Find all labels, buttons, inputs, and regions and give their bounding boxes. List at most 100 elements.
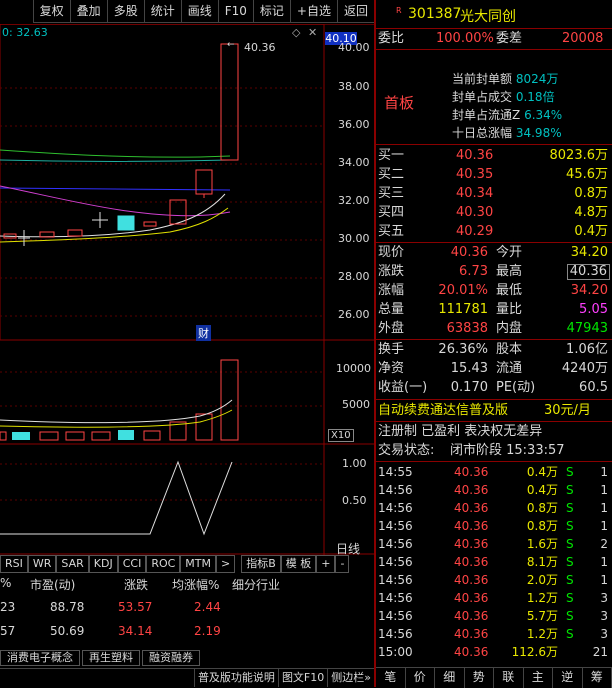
tick-price: 40.36 [454, 607, 488, 625]
bid-row[interactable]: 买五40.290.4万 [376, 223, 612, 241]
toolbar-button-7[interactable]: +自选 [290, 0, 337, 23]
quote-tabs: 笔价细势联主逆筹 [376, 667, 612, 688]
stat-label: 涨跌 [378, 263, 404, 281]
template-tab-1[interactable]: 模 板 [281, 555, 317, 573]
quote-tab-7[interactable]: 筹 [583, 668, 612, 688]
indicator-tab-3[interactable]: KDJ [89, 555, 118, 573]
tick-price: 40.36 [454, 553, 488, 571]
template-tab-3[interactable]: - [335, 555, 349, 573]
stat-value: 15.43 [451, 360, 488, 378]
registration-info: 注册制 已盈利 表决权无差异 [378, 423, 542, 441]
tick-volume: 5.7万 [527, 607, 558, 625]
stat-label: 净资 [378, 360, 404, 378]
trade-state-label: 交易状态: [378, 442, 434, 460]
board-info-label: 封单占成交 [452, 90, 512, 104]
promo-text[interactable]: 自动续费通达信普及版 [378, 402, 508, 420]
tick-volume: 112.6万 [512, 643, 558, 661]
stat-label-2: 最低 [496, 282, 522, 300]
stat-value-2: 4240万 [562, 360, 608, 378]
toolbar-button-2[interactable]: 多股 [107, 0, 144, 23]
sector-tab-0[interactable]: 消费电子概念 [0, 650, 80, 666]
stock-table: % 市盈(动) 涨跌 均涨幅% 细分行业 23 88.78 53.57 2.44… [0, 574, 374, 650]
indicator-tab-5[interactable]: ROC [146, 555, 180, 573]
bid-price: 40.34 [456, 185, 493, 203]
indicator-tab-6[interactable]: MTM [180, 555, 216, 573]
board-info-label: 当前封单额 [452, 72, 512, 86]
bid-row[interactable]: 买三 40.34 0.8万 [376, 185, 612, 203]
quote-tab-6[interactable]: 逆 [553, 668, 583, 688]
tick-count: 1 [600, 463, 608, 481]
col-header-industry[interactable]: 细分行业 [232, 576, 280, 593]
indicator-tab-7[interactable]: > [216, 555, 235, 573]
col-header-pe[interactable]: 市盈(动) [30, 576, 75, 593]
indicator-tab-1[interactable]: WR [28, 555, 57, 573]
table-row-1-avg: 2.44 [194, 600, 221, 614]
indicator-tab-0[interactable]: RSI [0, 555, 28, 573]
quote-tab-5[interactable]: 主 [524, 668, 554, 688]
quote-tab-1[interactable]: 价 [406, 668, 436, 688]
toolbar-button-5[interactable]: F10 [218, 0, 253, 23]
quote-tab-0[interactable]: 笔 [376, 668, 406, 688]
toolbar-button-4[interactable]: 画线 [181, 0, 218, 23]
stat-row: 总量111781量比5.05 [376, 301, 612, 319]
indicator-tab-4[interactable]: CCI [118, 555, 147, 573]
col-header-pct[interactable]: % [0, 576, 11, 590]
status-item-1[interactable]: 图文F10 [278, 669, 327, 687]
stock-code: 301387 [408, 6, 461, 22]
y-axis-tick-5: 30.00 [338, 232, 370, 245]
template-tab-2[interactable]: + [316, 555, 335, 573]
col-header-change[interactable]: 涨跌 [124, 576, 148, 593]
bid-volume: 0.4万 [574, 223, 608, 241]
stat-value-2: 47943 [567, 320, 608, 338]
tick-row: 14:5640.362.0万S1 [376, 571, 612, 589]
board-label: 首板 [384, 92, 414, 113]
sector-tab-1[interactable]: 再生塑料 [82, 650, 140, 666]
stat-value: 0.170 [451, 379, 488, 397]
tick-volume: 1.6万 [527, 535, 558, 553]
tick-row: 14:5640.361.2万S3 [376, 625, 612, 643]
tick-volume: 0.8万 [527, 499, 558, 517]
tick-volume: 1.2万 [527, 589, 558, 607]
toolbar-button-3[interactable]: 统计 [144, 0, 181, 23]
toolbar-button-0[interactable]: 复权 [33, 0, 70, 23]
tick-row: 14:5640.368.1万S1 [376, 553, 612, 571]
bid-volume: 0.8万 [574, 185, 608, 203]
stat-label: 换手 [378, 341, 404, 359]
high-price-label: 40.36 [244, 41, 276, 54]
bid-price: 40.35 [456, 166, 493, 184]
toolbar-button-1[interactable]: 叠加 [70, 0, 107, 23]
tick-direction: S [566, 463, 574, 481]
tick-price: 40.36 [454, 481, 488, 499]
bid-label: 买五 [378, 223, 404, 241]
quote-tab-4[interactable]: 联 [494, 668, 524, 688]
vol-tick-1: 10000 [336, 362, 371, 375]
quote-tab-3[interactable]: 势 [465, 668, 495, 688]
tick-count: 1 [600, 571, 608, 589]
bid-row[interactable]: 买四40.304.8万 [376, 204, 612, 222]
toolbar-button-6[interactable]: 标记 [253, 0, 290, 23]
stat-value: 6.73 [459, 263, 488, 281]
col-header-avg[interactable]: 均涨幅% [172, 576, 219, 593]
bid-row[interactable]: 买二40.3545.6万 [376, 166, 612, 184]
stat-label: 外盘 [378, 320, 404, 338]
indicator-tab-2[interactable]: SAR [56, 555, 88, 573]
promo-row[interactable]: 自动续费通达信普及版 30元/月 [376, 402, 612, 420]
toolbar-button-8[interactable]: 返回 [337, 0, 374, 23]
quote-tab-2[interactable]: 细 [435, 668, 465, 688]
financial-report-badge[interactable]: 财 [196, 325, 211, 341]
promo-price[interactable]: 30元/月 [544, 402, 591, 420]
tick-direction: S [566, 589, 574, 607]
status-item-0[interactable]: 普及版功能说明 [194, 669, 278, 687]
table-row-1-pe: 88.78 [50, 600, 84, 614]
tick-time: 14:56 [378, 607, 413, 625]
status-item-2[interactable]: 侧边栏» [327, 669, 374, 687]
bid-row[interactable]: 买一40.368023.6万 [376, 147, 612, 165]
template-tab-0[interactable]: 指标B [241, 555, 281, 573]
ma-line-green [0, 150, 230, 157]
sector-tab-2[interactable]: 融资融券 [142, 650, 200, 666]
kline-chart[interactable] [0, 24, 374, 555]
tick-time: 14:56 [378, 625, 413, 643]
tick-count: 1 [600, 517, 608, 535]
bid-label: 买三 [378, 185, 404, 203]
stat-label: 涨幅 [378, 282, 404, 300]
